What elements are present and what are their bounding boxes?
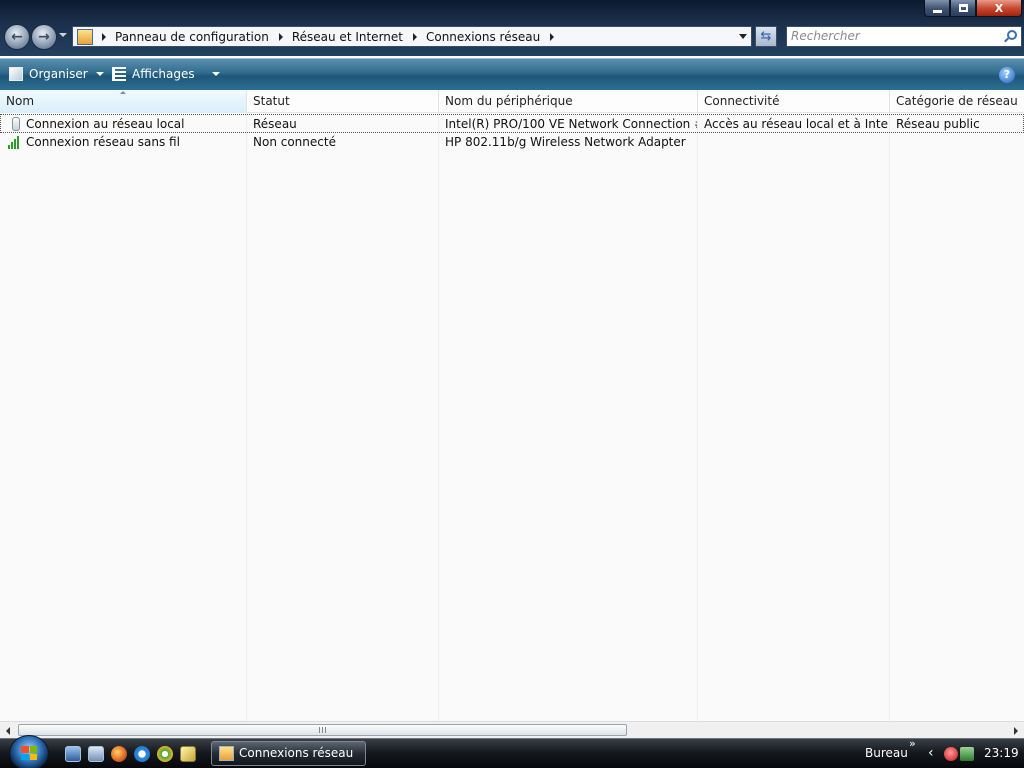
connection-status: Réseau (253, 117, 297, 131)
title-bar: X ← → Panneau de configuration Réseau et… (0, 0, 1024, 56)
column-header-category[interactable]: Catégorie de réseau (890, 90, 1024, 113)
minimize-button[interactable] (924, 0, 950, 17)
column-label: Connectivité (704, 94, 780, 108)
column-label: Nom (6, 94, 35, 108)
column-divider (697, 113, 698, 721)
scrollbar-thumb[interactable] (18, 724, 627, 736)
control-panel-icon (219, 746, 234, 761)
column-divider (889, 113, 890, 721)
breadcrumb-control-panel[interactable]: Panneau de configuration (115, 30, 269, 44)
horizontal-scrollbar[interactable] (0, 721, 1024, 738)
breadcrumb-separator-icon[interactable] (102, 32, 106, 41)
back-button[interactable]: ← (4, 24, 30, 50)
column-label: Nom du périphérique (445, 94, 573, 108)
security-alert-icon[interactable] (944, 747, 958, 761)
maximize-button[interactable] (950, 0, 976, 17)
connection-name[interactable]: Connexion au réseau local (26, 115, 246, 134)
taskbar-button-label: Connexions réseau (239, 746, 354, 760)
window-controls: X (924, 0, 1022, 17)
taskbar: Connexions réseau Bureau » ‹ 23:19 (0, 735, 1024, 768)
switch-windows-icon[interactable] (88, 746, 104, 762)
connectivity: Accès au réseau local et à Internet (704, 117, 889, 131)
windows-logo-icon (21, 746, 37, 760)
show-hidden-icons-icon[interactable]: ‹ (928, 739, 934, 768)
organize-button[interactable]: Organiser (9, 67, 104, 81)
recent-pages-dropdown[interactable] (59, 33, 67, 37)
column-header-connectivity[interactable]: Connectivité (698, 90, 890, 113)
column-header-device[interactable]: Nom du périphérique (439, 90, 698, 113)
toolbar-chevron[interactable]: » (909, 737, 916, 750)
refresh-icon: ⇆ (760, 29, 772, 44)
column-label: Statut (253, 94, 290, 108)
breadcrumb-separator-icon[interactable] (278, 32, 283, 41)
forward-button[interactable]: → (31, 24, 57, 50)
connection-status: Non connecté (253, 135, 336, 149)
connection-name[interactable]: Connexion réseau sans fil (26, 133, 246, 152)
command-bar: Organiser Affichages ? (0, 58, 1024, 90)
list-item[interactable]: Connexion au réseau local Réseau Intel(R… (0, 114, 1024, 133)
address-bar[interactable]: Panneau de configuration Réseau et Inter… (72, 26, 752, 47)
breadcrumb-network-connections[interactable]: Connexions réseau (426, 30, 540, 44)
column-label: Catégorie de réseau (896, 94, 1018, 108)
breadcrumb-separator-icon[interactable] (550, 32, 555, 41)
column-divider (438, 113, 439, 721)
taskbar-button-network-connections[interactable]: Connexions réseau (211, 741, 366, 766)
close-button[interactable]: X (976, 0, 1022, 17)
desktop-toolbar-label[interactable]: Bureau (865, 739, 908, 768)
views-button[interactable]: Affichages (112, 67, 220, 81)
search-input[interactable]: Rechercher (786, 26, 1022, 47)
chevron-down-icon (211, 72, 220, 76)
column-header-name[interactable]: Nom (0, 90, 247, 113)
app-shortcut-icon[interactable] (180, 746, 196, 762)
network-category: Réseau public (896, 117, 980, 131)
control-panel-icon (77, 28, 93, 45)
organize-label: Organiser (29, 67, 88, 81)
forward-arrow-icon: → (38, 29, 50, 45)
start-button[interactable] (9, 735, 49, 768)
sort-ascending-icon (120, 91, 126, 94)
minimize-icon (932, 9, 942, 13)
restore-icon (958, 4, 968, 12)
back-arrow-icon: ← (11, 29, 23, 45)
device-name: HP 802.11b/g Wireless Network Adapter (445, 135, 686, 149)
search-placeholder: Rechercher (791, 29, 860, 43)
column-divider (246, 113, 247, 721)
refresh-button[interactable]: ⇆ (755, 26, 777, 47)
device-name: Intel(R) PRO/100 VE Network Connection #… (445, 117, 697, 131)
firefox-icon[interactable] (111, 746, 127, 762)
organize-icon (9, 67, 23, 81)
search-icon[interactable] (1007, 30, 1017, 40)
help-button[interactable]: ? (999, 67, 1015, 83)
browser-icon[interactable] (157, 746, 173, 762)
breadcrumb-network-internet[interactable]: Réseau et Internet (292, 30, 403, 44)
network-status-icon[interactable] (960, 747, 974, 761)
grip-icon (319, 727, 326, 733)
wireless-signal-icon (8, 135, 22, 149)
views-icon (112, 67, 126, 81)
show-desktop-icon[interactable] (65, 746, 81, 762)
address-dropdown-icon[interactable] (739, 34, 747, 39)
column-header-row: Nom Statut Nom du périphérique Connectiv… (0, 90, 1024, 113)
views-label: Affichages (132, 67, 195, 81)
chevron-down-icon (95, 72, 104, 76)
internet-explorer-icon[interactable] (134, 746, 150, 762)
scroll-left-icon[interactable] (6, 727, 10, 735)
list-item[interactable]: Connexion réseau sans fil Non connecté H… (0, 133, 1024, 152)
connectivity (704, 133, 889, 152)
file-list[interactable]: Connexion au réseau local Réseau Intel(R… (0, 113, 1024, 721)
clock[interactable]: 23:19 (984, 739, 1019, 768)
lan-adapter-icon (12, 117, 20, 131)
column-header-status[interactable]: Statut (247, 90, 439, 113)
scroll-right-icon[interactable] (1014, 727, 1018, 735)
breadcrumb-separator-icon[interactable] (412, 32, 417, 41)
network-category (896, 133, 1023, 152)
